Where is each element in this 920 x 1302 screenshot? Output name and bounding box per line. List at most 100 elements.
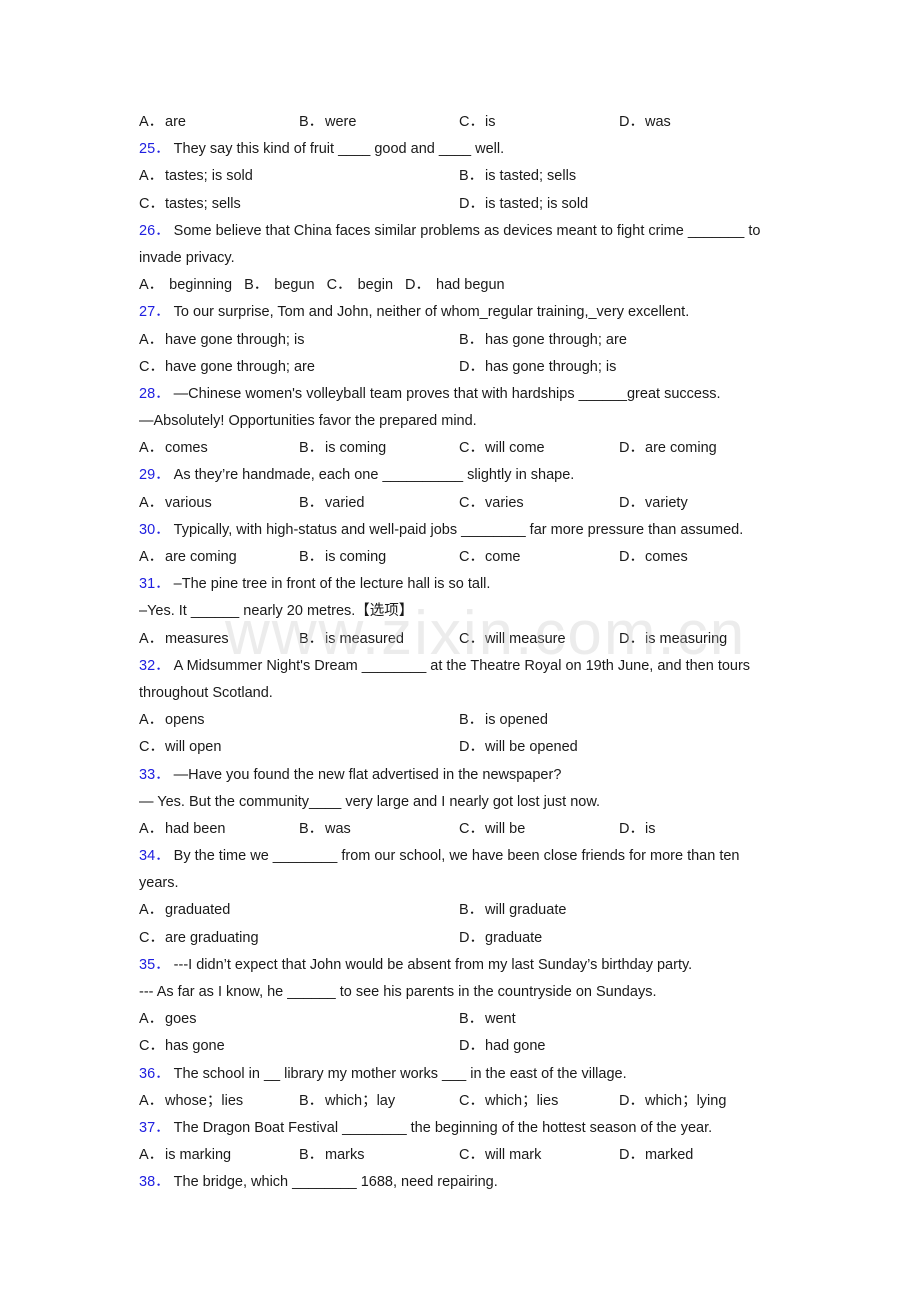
question-text: —Have you found the new flat advertised … [173, 766, 562, 783]
question-number: 26． [139, 222, 170, 239]
option-a: A． goes [139, 1006, 459, 1033]
option-letter: A． [139, 630, 164, 647]
question-stem: 31． –The pine tree in front of the lectu… [139, 571, 779, 598]
option-letter: B． [299, 494, 324, 511]
options-row: A． comes B． is coming C．will come D．are comin… [139, 435, 779, 462]
option-letter: A． [139, 494, 164, 511]
question-text: ---I didn’t expect that John would be ab… [173, 956, 693, 973]
question-stem: 35． ---I didn’t expect that John would b… [139, 952, 779, 979]
question-stem-continued: —Absolutely! Opportunities favor the pre… [139, 408, 779, 435]
option-d: D．comes [619, 544, 779, 571]
options-row: A． various B． varied C．varies D．variety [139, 490, 779, 517]
option-text: goes [165, 1011, 197, 1028]
option-text: varied [325, 494, 365, 511]
question-item: 26． Some believe that China faces simila… [139, 218, 779, 300]
question-stem: 36． The school in __ library my mother w… [139, 1061, 779, 1088]
option-a: A． various [139, 490, 299, 517]
question-stem: 26． Some believe that China faces simila… [139, 218, 779, 245]
option-text: which；lay [325, 1092, 396, 1109]
option-c: C．will mark [459, 1142, 619, 1169]
option-letter: D． [459, 1038, 484, 1055]
question-text: — Yes. But the community____ very large … [139, 793, 601, 810]
option-letter: B． [299, 630, 324, 647]
question-number: 35． [139, 956, 170, 973]
question-stem-continued: years. [139, 870, 779, 897]
option-text: have gone through; are [165, 358, 315, 375]
option-b: B． is tasted; sells [459, 163, 779, 190]
question-stem: 29． As they’re handmade, each one ______… [139, 462, 779, 489]
option-letter: B． [244, 277, 269, 294]
question-text: years. [139, 875, 179, 892]
question-number: 28． [139, 385, 170, 402]
option-c: C．is [459, 114, 496, 130]
option-text: will open [165, 739, 222, 756]
option-text: had begun [436, 277, 505, 294]
options-row: A． are coming B． is coming C．come D．comes [139, 544, 779, 571]
option-text: will graduate [485, 902, 567, 919]
option-letter: A． [139, 1011, 164, 1028]
question-text: Typically, with high-status and well-pai… [173, 521, 744, 538]
option-text: are coming [165, 549, 237, 565]
options-row: A． have gone through; is B． has gone throug… [139, 327, 779, 354]
option-letter: B． [459, 902, 484, 919]
options-row: C．tastes; sells D．is tasted; is sold [139, 191, 779, 218]
question-number: 31． [139, 576, 170, 593]
question-stem: 25． They say this kind of fruit ____ goo… [139, 136, 779, 163]
question-item: 36． The school in __ library my mother w… [139, 1061, 779, 1115]
question-stem-continued: invade privacy. [139, 245, 779, 272]
question-number: 34． [139, 848, 170, 865]
options-row: A． tastes; is sold B． is tasted; sells [139, 163, 779, 190]
option-b: B． is coming [299, 435, 459, 462]
option-c: C． begin [327, 277, 393, 293]
option-letter: D． [619, 549, 644, 565]
option-c: C．come [459, 544, 619, 571]
option-letter: D． [459, 739, 484, 756]
question-number: 38． [139, 1174, 170, 1191]
option-b: B． is coming [299, 544, 459, 571]
question-item: 38． The bridge, which ________ 1688, nee… [139, 1169, 779, 1196]
question-item: 28． —Chinese women's volleyball team pro… [139, 381, 779, 463]
option-letter: B． [299, 1147, 324, 1164]
option-letter: C． [459, 1092, 484, 1109]
question-number: 33． [139, 766, 170, 783]
question-item: 35． ---I didn’t expect that John would b… [139, 952, 779, 1061]
option-c: C．will come [459, 435, 619, 462]
question-item: 33． —Have you found the new flat adverti… [139, 762, 779, 844]
question-text: --- As far as I know, he ______ to see h… [139, 984, 657, 1000]
question-text: A Midsummer Night's Dream ________ at th… [173, 657, 751, 674]
option-d: D．is measuring [619, 626, 779, 653]
option-text: is opened [485, 712, 548, 729]
option-text: will be opened [485, 739, 578, 756]
option-letter: C． [139, 929, 164, 946]
option-b: B． begun [244, 277, 315, 293]
question-text: They say this kind of fruit ____ good an… [173, 141, 505, 158]
option-letter: D． [619, 440, 644, 457]
option-letter: D． [619, 820, 644, 837]
option-text: went [485, 1011, 516, 1028]
question-text: The school in __ library my mother works… [173, 1065, 627, 1082]
question-item: 32． A Midsummer Night's Dream ________ a… [139, 653, 779, 762]
options-row: A． opens B． is opened [139, 707, 779, 734]
option-text: marks [325, 1147, 365, 1164]
question-item: 30． Typically, with high-status and well… [139, 517, 779, 571]
option-b: B． will graduate [459, 897, 779, 924]
options-row: C．has gone D．had gone [139, 1033, 779, 1060]
option-d: D．which；lying [619, 1088, 779, 1115]
question-text: To our surprise, Tom and John, neither o… [173, 304, 690, 321]
option-letter: D． [619, 1147, 644, 1164]
option-a: A． graduated [139, 897, 459, 924]
option-b: B． were [299, 114, 357, 130]
option-b: B． is opened [459, 707, 779, 734]
option-text: is tasted; is sold [485, 195, 589, 212]
option-text: marked [645, 1147, 694, 1164]
question-item: 31． –The pine tree in front of the lectu… [139, 571, 779, 653]
option-letter: A． [139, 168, 164, 185]
option-a: A． are coming [139, 544, 299, 571]
option-letter: D． [459, 929, 484, 946]
options-row: A． graduated B． will graduate [139, 897, 779, 924]
question-number: 30． [139, 521, 170, 538]
option-letter: C． [459, 630, 484, 647]
option-text: has gone through; is [485, 358, 617, 375]
options-row: A． whose；lies B． which；lay C．which；lies D．whi… [139, 1088, 779, 1115]
question-text: The Dragon Boat Festival ________ the be… [173, 1119, 713, 1136]
